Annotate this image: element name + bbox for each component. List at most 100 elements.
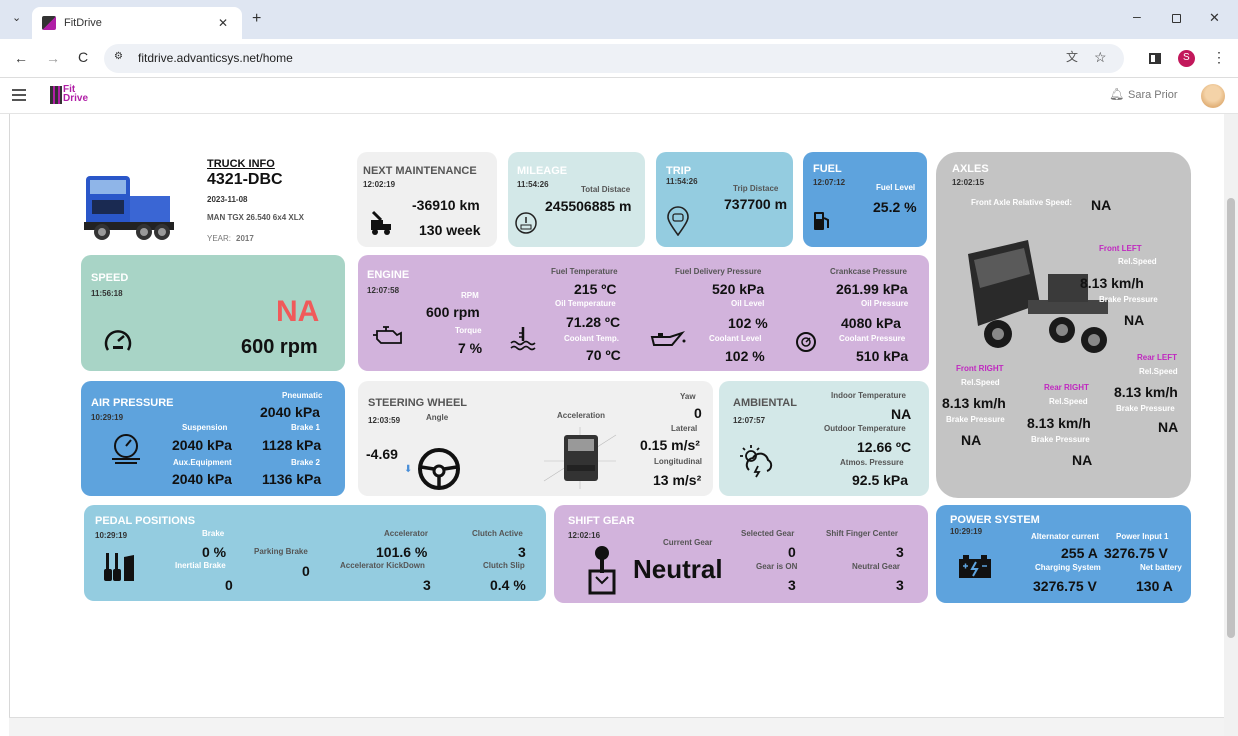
clutch-slip-label: Clutch Slip: [483, 561, 525, 570]
maintenance-card[interactable]: NEXT MAINTENANCE 12:02:19 -36910 km 130 …: [357, 152, 497, 247]
engine-time: 12:07:58: [367, 286, 400, 295]
longitudinal: 13 m/s²: [653, 472, 702, 488]
kickdown: 3: [423, 577, 431, 593]
content-left-border: [9, 114, 10, 722]
axles-card[interactable]: AXLES 12:02:15 Front Axle Relative Speed…: [936, 152, 1191, 498]
steering-card[interactable]: STEERING WHEEL 12:03:59 Angle -4.69 ⬇ Ac…: [358, 381, 713, 496]
power-title: POWER SYSTEM: [950, 514, 1040, 526]
selected-gear-label: Selected Gear: [741, 529, 795, 538]
close-tab-icon[interactable]: ✕: [218, 17, 228, 29]
front-left-brake-label: Brake Pressure: [1099, 295, 1158, 304]
speed-value: NA: [276, 295, 320, 328]
minimize-button[interactable]: –: [1133, 9, 1141, 23]
kickdown-label: Accelerator KickDown: [340, 561, 425, 570]
browser-tab-strip: ⌄ FitDrive ✕ + – ✕: [0, 0, 1238, 39]
front-right-name: Front RIGHT: [956, 364, 1004, 373]
speed-card[interactable]: SPEED 11:56:18 NA 600 rpm: [81, 255, 345, 371]
fuel-delivery-label: Fuel Delivery Pressure: [675, 267, 762, 276]
omnibox[interactable]: ⚙ fitdrive.advanticsys.net/home 文 ☆: [104, 44, 1124, 73]
power-input-label: Power Input 1: [1116, 532, 1169, 541]
rear-right-brake-label: Brake Pressure: [1031, 435, 1090, 444]
brake1: 1128 kPa: [262, 437, 322, 453]
fuel-pump-icon: [812, 210, 832, 232]
truck-year: 2017: [236, 234, 254, 243]
acceleration-truck-icon: [540, 425, 620, 491]
fitdrive-logo-mark: [50, 86, 62, 104]
speed-title: SPEED: [91, 272, 129, 284]
net-battery: 130 A: [1136, 578, 1173, 594]
inertial: 0: [225, 577, 233, 593]
page-scrollbar-thumb[interactable]: [1227, 198, 1235, 638]
browser-tab[interactable]: FitDrive ✕: [32, 7, 242, 39]
brake-pedal: 0 %: [202, 544, 227, 560]
chrome-menu-icon[interactable]: ⋮: [1212, 50, 1226, 64]
user-avatar[interactable]: [1201, 84, 1225, 108]
front-left-brake: NA: [1124, 312, 1145, 328]
trip-card[interactable]: TRIP 11:54:26 Trip Distace 737700 m: [656, 152, 793, 247]
pneumatic: 2040 kPa: [260, 404, 320, 420]
fitdrive-favicon: [42, 16, 56, 30]
steering-angle: -4.69: [366, 446, 398, 462]
oil-level: 102 %: [728, 315, 768, 331]
yaw: 0: [694, 405, 702, 421]
pedal-card[interactable]: PEDAL POSITIONS 10:29:19 Brake 0 % Inert…: [84, 505, 546, 601]
indoor: NA: [891, 406, 912, 422]
back-icon[interactable]: ←: [14, 51, 28, 65]
mileage-time: 11:54:26: [517, 180, 549, 189]
air-pressure-card[interactable]: AIR PRESSURE 10:29:19 Pneumatic 2040 kPa…: [81, 381, 345, 496]
oil-can-icon: [648, 329, 686, 349]
gear-is-on: 3: [788, 577, 796, 593]
gear-card[interactable]: SHIFT GEAR 12:02:16 Current Gear Neutral…: [554, 505, 928, 603]
bookmark-star-icon[interactable]: ☆: [1094, 50, 1107, 64]
air-gauge-icon: [109, 433, 143, 465]
net-battery-label: Net battery: [1140, 563, 1182, 572]
notification-bell-icon[interactable]: 🔔︎: [1109, 88, 1124, 100]
forward-icon[interactable]: →: [46, 51, 60, 65]
power-card[interactable]: POWER SYSTEM 10:29:19 Alternator current…: [936, 505, 1191, 603]
parking: 0: [302, 563, 310, 579]
brake2-label: Brake 2: [291, 458, 320, 467]
axles-time: 12:02:15: [952, 178, 985, 187]
steering-time: 12:03:59: [368, 416, 401, 425]
profile-initial: S: [1183, 52, 1190, 63]
pedal-title: PEDAL POSITIONS: [95, 515, 196, 527]
tab-search-button[interactable]: ⌄: [12, 13, 21, 24]
gear-title: SHIFT GEAR: [568, 515, 635, 527]
ambiental-card[interactable]: AMBIENTAL 12:07:57 Indoor Temperature NA…: [719, 381, 929, 496]
trip-pin-icon: [666, 206, 690, 236]
mileage-card[interactable]: MILEAGE 11:54:26 Total Distace 245506885…: [508, 152, 645, 247]
charging: 3276.75 V: [1033, 578, 1097, 594]
url-text[interactable]: fitdrive.advanticsys.net/home: [138, 52, 293, 64]
coolant-level: 102 %: [725, 348, 765, 364]
odometer-icon: [514, 211, 538, 235]
battery-icon: [958, 555, 992, 579]
rear-left-brake: NA: [1158, 419, 1179, 435]
fuel-card[interactable]: FUEL 12:07:12 Fuel Level 25.2 %: [803, 152, 927, 247]
parking-label: Parking Brake: [254, 547, 308, 556]
rear-left-brake-label: Brake Pressure: [1116, 404, 1175, 413]
user-name[interactable]: Sara Prior: [1128, 90, 1178, 101]
translate-icon[interactable]: 文: [1066, 51, 1078, 63]
site-info-icon[interactable]: ⚙: [114, 52, 123, 62]
new-tab-button[interactable]: +: [252, 11, 261, 27]
atmos-label: Atmos. Pressure: [840, 458, 904, 467]
gear-time: 12:02:16: [568, 531, 601, 540]
pressure-gauge-icon: [795, 331, 817, 353]
reload-icon[interactable]: C: [78, 50, 88, 64]
speed-time: 11:56:18: [91, 289, 123, 298]
trip-value: 737700 m: [724, 196, 788, 212]
engine-rpm-label: RPM: [461, 291, 479, 300]
close-window-button[interactable]: ✕: [1209, 11, 1220, 24]
aux: 2040 kPa: [172, 471, 232, 487]
side-panel-icon[interactable]: [1149, 53, 1161, 64]
engine-card[interactable]: ENGINE 12:07:58 RPM 600 rpm Torque 7 % F…: [358, 255, 929, 371]
weather-storm-icon: [739, 444, 775, 478]
maintenance-time: 12:02:19: [363, 180, 396, 189]
trip-title: TRIP: [666, 165, 692, 177]
pedals-icon: [104, 553, 136, 583]
restore-button[interactable]: [1172, 14, 1181, 23]
hamburger-menu-icon[interactable]: [12, 89, 26, 101]
rear-left-name: Rear LEFT: [1137, 353, 1178, 362]
engine-torque: 7 %: [458, 340, 483, 356]
mileage-label: Total Distace: [581, 185, 631, 194]
